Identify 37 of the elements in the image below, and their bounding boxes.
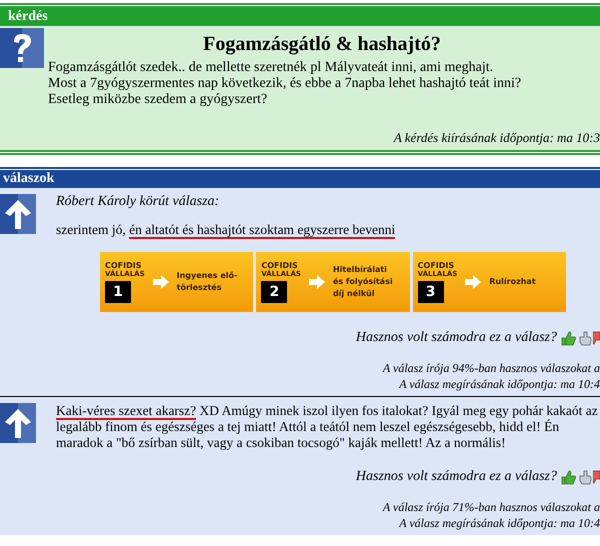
marked-text: Kaki-véres szexet akarsz? (56, 403, 196, 420)
thumbs-down-icon[interactable] (593, 330, 600, 346)
pointing-hand-icon[interactable] (578, 330, 592, 346)
ad-text: Ingyenes elő- törlesztés (176, 270, 238, 294)
pointing-hand-icon[interactable] (578, 470, 592, 484)
ad-number: 2 (261, 281, 288, 303)
answer-timestamp: A válasz megírásának időpontja: ma 10:4 (398, 376, 600, 392)
question-mark-icon (0, 28, 44, 68)
arrow-icon (152, 275, 169, 289)
section-header: kérdés (0, 8, 600, 26)
answer-timestamp: A válasz megírásának időpontja: ma 10:4 (398, 515, 600, 531)
ad-brand: COFIDIS (105, 261, 142, 270)
ad-brand: COFIDIS (418, 261, 454, 270)
ad-text: Hitelbírálati és folyósítási díj nélkül (332, 264, 394, 300)
arrow-icon (308, 275, 325, 289)
ad-number: 3 (418, 281, 444, 303)
arrow-icon (465, 275, 482, 289)
ad-number: 1 (105, 281, 131, 303)
thumbs-up-icon[interactable] (561, 470, 577, 484)
question-text: Esetleg miközbe szedem a gyógyszert? (48, 92, 268, 108)
thumbs-up-icon[interactable] (561, 330, 577, 346)
answer-text: szerintem jó, én altatót és hashajtót szoktam egyszerre bevenni (56, 222, 396, 238)
thumbs-down-icon[interactable] (593, 470, 600, 484)
author-rating: A válasz írója 94%-ban hasznos válaszokat a (381, 360, 600, 376)
ad-brand: COFIDIS (261, 261, 298, 270)
section-header: válaszok (0, 170, 600, 188)
author-rating: A válasz írója 71%-ban hasznos válaszokat a (381, 499, 600, 515)
useful-question: Hasznos volt számodra ez a válasz? (356, 330, 557, 346)
marked-text: én altatót és hashajtót szoktam egyszerre bevenni (129, 222, 396, 239)
ad-text: Rulírozhat (489, 276, 537, 288)
question-title: Fogamzásgátló & hashajtó? (202, 32, 442, 57)
answer-text: Kaki-véres szexet akarsz? XD Amúgy minek iszol ilyen fos italokat? Igyál meg egy pohár kakaót az legalább finom és egészséges a tej miatt! Attól a teától nem leszel egészségesebb, hidd el! Én maradok a "bő zsírban sült, vagy a csokiban tocsogó" kaják mellett! Az a normális! (56, 403, 599, 451)
question-text: Most a 7gyógyszermentes nap következik, és ebbe a 7napba lehet hashajtó teát inni? (48, 76, 522, 92)
question-timestamp: A kérdés kiírásának időpontja: ma 10:3 (392, 130, 600, 146)
question-text: Fogamzásgátlót szedek.. de mellette szeretnék pl Mályvateát inni, ami meghajt. (48, 60, 494, 76)
useful-question: Hasznos volt számodra ez a válasz? (356, 469, 557, 485)
answer-author: Róbert Károly körút válasza: (56, 194, 220, 210)
